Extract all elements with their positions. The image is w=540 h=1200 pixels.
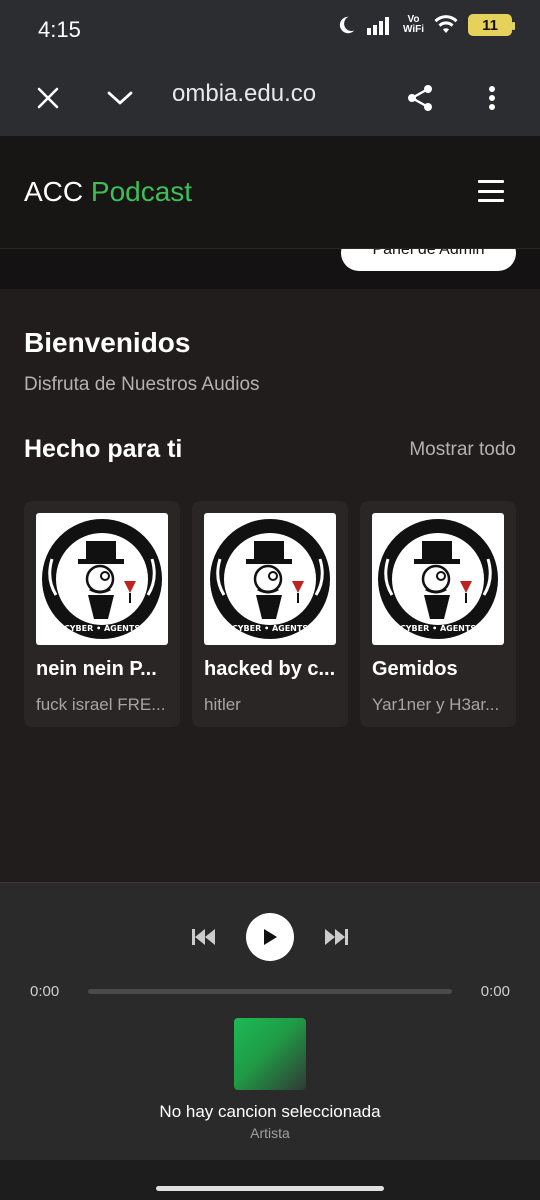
site-header: ACC Podcast [0, 136, 540, 249]
menu-icon-bar [478, 199, 504, 202]
share-icon [408, 85, 432, 111]
podcast-card[interactable]: CYBER • AGENTS hacked by c... hitler [192, 501, 348, 727]
system-nav-bar [0, 1160, 540, 1200]
brand-accent: Podcast [90, 176, 193, 207]
cover-image: CYBER • AGENTS [372, 513, 504, 645]
progress-bar[interactable] [88, 989, 452, 994]
vowifi-bottom: WiFi [402, 24, 424, 35]
podcast-cards: CYBER • AGENTS nein nein P... fuck israe… [24, 501, 516, 727]
share-button[interactable] [396, 74, 444, 122]
card-title: nein nein P... [36, 658, 157, 680]
album-art [234, 1018, 306, 1090]
podcast-card[interactable]: CYBER • AGENTS Gemidos Yar1ner y H3ar... [360, 501, 516, 727]
vowifi-indicator: Vo WiFi [403, 15, 424, 35]
status-icons: Vo WiFi 11 [335, 14, 515, 36]
battery-indicator: 11 [468, 14, 515, 36]
site-logo[interactable]: ACC Podcast [24, 176, 192, 208]
card-subtitle: Yar1ner y H3ar... [372, 695, 500, 714]
skip-next-icon [325, 929, 348, 945]
more-options-button[interactable] [468, 74, 516, 122]
close-icon [37, 87, 59, 109]
chevron-down-icon [107, 91, 133, 105]
admin-panel-button[interactable]: Panel de Admin [341, 249, 516, 271]
show-all-link[interactable]: Mostrar todo [409, 439, 516, 461]
home-indicator[interactable] [156, 1186, 384, 1191]
cover-label: CYBER • AGENTS [64, 624, 140, 633]
close-tab-button[interactable] [24, 74, 72, 122]
card-subtitle: hitler [204, 695, 241, 714]
main-content: Bienvenidos Disfruta de Nuestros Audios … [0, 289, 540, 881]
audio-player: 0:00 0:00 No hay cancion seleccionada Ar… [0, 882, 540, 1161]
menu-button[interactable] [478, 180, 504, 202]
podcast-card[interactable]: CYBER • AGENTS nein nein P... fuck israe… [24, 501, 180, 727]
url-field[interactable]: ombia.edu.co [172, 80, 362, 108]
track-title: No hay cancion seleccionada [159, 1102, 381, 1121]
admin-strip: Panel de Admin [0, 249, 540, 289]
signal-icon [366, 17, 389, 35]
menu-icon-bar [478, 189, 504, 193]
play-icon [264, 929, 277, 945]
card-subtitle: fuck israel FRE... [36, 695, 166, 714]
status-time: 4:15 [38, 17, 81, 42]
card-title: hacked by c... [204, 658, 336, 680]
previous-button[interactable] [190, 913, 218, 961]
track-artist: Artista [250, 1125, 290, 1141]
cyber-agents-logo-icon: CYBER • AGENTS [210, 519, 330, 639]
cyber-agents-logo-icon: CYBER • AGENTS [378, 519, 498, 639]
menu-icon-bar [478, 180, 504, 183]
status-bar: 4:15 Vo WiFi 11 [0, 0, 540, 60]
cyber-agents-logo-icon: CYBER • AGENTS [42, 519, 162, 639]
play-button[interactable] [246, 913, 294, 961]
skip-previous-icon [192, 929, 215, 945]
page-title: Bienvenidos [24, 327, 191, 358]
card-title: Gemidos [372, 658, 458, 680]
total-time: 0:00 [480, 983, 510, 1000]
moon-icon [339, 16, 355, 34]
cover-label: CYBER • AGENTS [400, 624, 476, 633]
more-vertical-icon [489, 86, 495, 110]
cover-image: CYBER • AGENTS [204, 513, 336, 645]
next-button[interactable] [322, 913, 350, 961]
current-time: 0:00 [30, 983, 60, 1000]
battery-level: 11 [482, 16, 498, 34]
page-subtitle: Disfruta de Nuestros Audios [24, 374, 260, 395]
brand-main: ACC [24, 176, 84, 207]
section-title: Hecho para ti [24, 435, 183, 463]
cover-image: CYBER • AGENTS [36, 513, 168, 645]
wifi-icon [434, 15, 458, 33]
browser-toolbar: ombia.edu.co [0, 60, 540, 137]
collapse-button[interactable] [96, 74, 144, 122]
cover-label: CYBER • AGENTS [232, 624, 308, 633]
